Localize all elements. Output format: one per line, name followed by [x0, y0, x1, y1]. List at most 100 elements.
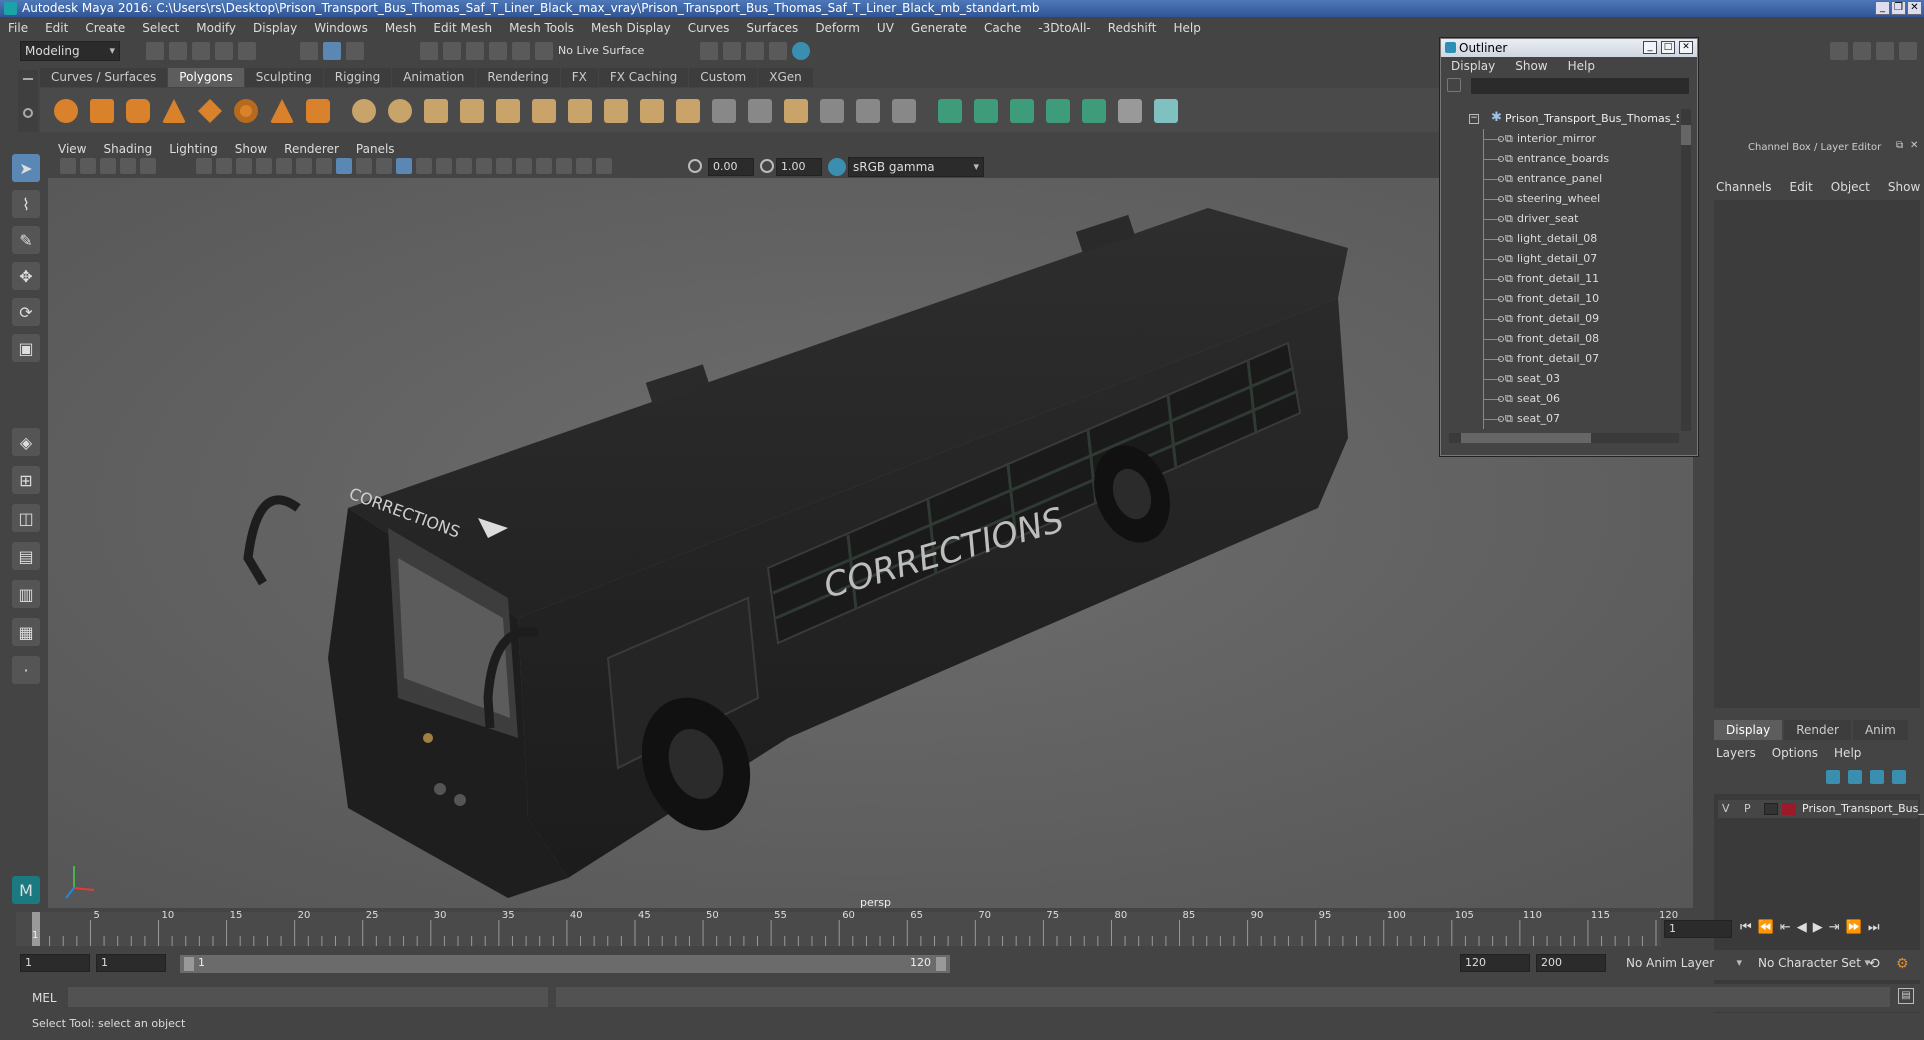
outliner-item[interactable]: ⧉ steering_wheel: [1447, 189, 1679, 209]
bookmark-icon[interactable]: [100, 158, 116, 174]
poly-pipe-icon[interactable]: [306, 99, 330, 123]
anim-layer-dropdown[interactable]: No Anim Layer: [1622, 954, 1746, 974]
outliner-root-node[interactable]: − ✱ Prison_Transport_Bus_Thomas_Sa: [1447, 109, 1679, 129]
layer-menu-options[interactable]: Options: [1772, 746, 1818, 760]
move-layer-down-icon[interactable]: [1848, 770, 1862, 784]
playback-end-field[interactable]: 120: [1460, 954, 1530, 972]
outliner-item[interactable]: ⧉ seat_06: [1447, 389, 1679, 409]
select-tool-icon[interactable]: ➤: [12, 154, 40, 182]
shelf-tab-fx[interactable]: FX: [560, 68, 598, 87]
open-scene-icon[interactable]: [169, 42, 187, 60]
tool-settings-icon[interactable]: [1876, 42, 1894, 60]
menu-windows[interactable]: Windows: [314, 21, 368, 35]
shelf-tab-animation[interactable]: Animation: [392, 68, 476, 87]
panel-menu-view[interactable]: View: [58, 142, 86, 156]
menu-mesh-display[interactable]: Mesh Display: [591, 21, 671, 35]
step-back-frame-icon[interactable]: ⏪: [1758, 920, 1774, 935]
screen-space-ao-icon[interactable]: [456, 158, 472, 174]
outliner-minimize-icon[interactable]: _: [1643, 41, 1657, 54]
command-input[interactable]: [68, 987, 548, 1007]
xray-icon[interactable]: [556, 158, 572, 174]
poly-torus-icon[interactable]: [234, 99, 258, 123]
more-layouts-icon[interactable]: ·: [12, 656, 40, 684]
poly-plane-icon[interactable]: [198, 99, 222, 123]
color-space-dropdown[interactable]: sRGB gamma: [848, 157, 984, 177]
outliner-titlebar[interactable]: Outliner _ □ ✕: [1441, 39, 1697, 57]
new-layer-selected-icon[interactable]: [1892, 770, 1906, 784]
outliner-close-icon[interactable]: ✕: [1679, 41, 1693, 54]
outliner-item[interactable]: ⧉ front_detail_07: [1447, 349, 1679, 369]
snap-curve-icon[interactable]: [443, 42, 461, 60]
exposure-icon[interactable]: [688, 159, 702, 173]
fill-hole-icon[interactable]: [820, 99, 844, 123]
mode-dropdown[interactable]: Modeling: [20, 41, 120, 61]
layer-color-swatch[interactable]: [1782, 803, 1796, 815]
current-frame-field[interactable]: 1: [1664, 920, 1732, 938]
layer-tab-display[interactable]: Display: [1714, 720, 1783, 740]
bridge-icon[interactable]: [640, 99, 664, 123]
script-editor-icon[interactable]: ▤: [1898, 988, 1914, 1004]
select-object-icon[interactable]: [323, 42, 341, 60]
move-layer-up-icon[interactable]: [1826, 770, 1840, 784]
shelf-tab-curves-surfaces[interactable]: Curves / Surfaces: [40, 68, 168, 87]
grease-pencil-icon[interactable]: [140, 158, 156, 174]
menu-deform[interactable]: Deform: [815, 21, 860, 35]
menu-cache[interactable]: Cache: [984, 21, 1021, 35]
uv-unfold-icon[interactable]: [1082, 99, 1106, 123]
graph-editor-layout-icon[interactable]: ▥: [12, 580, 40, 608]
shelf-tab-rigging[interactable]: Rigging: [323, 68, 392, 87]
render-settings-icon[interactable]: [769, 42, 787, 60]
outliner-horizontal-scrollbar[interactable]: [1449, 433, 1679, 443]
scale-tool-icon[interactable]: ▣: [12, 334, 40, 362]
outliner-item[interactable]: ⧉ seat_07: [1447, 409, 1679, 429]
outliner-item[interactable]: ⧉ front_detail_08: [1447, 329, 1679, 349]
textured-icon[interactable]: [396, 158, 412, 174]
animation-preferences-icon[interactable]: ⚙: [1896, 956, 1909, 972]
menu-create[interactable]: Create: [85, 21, 125, 35]
menu-mesh-tools[interactable]: Mesh Tools: [509, 21, 574, 35]
render-frame-icon[interactable]: [723, 42, 741, 60]
channel-menu-show[interactable]: Show: [1888, 180, 1920, 194]
hypershade-layout-icon[interactable]: ▦: [12, 618, 40, 646]
go-to-end-icon[interactable]: ⏭: [1868, 920, 1880, 935]
xray-joints-icon[interactable]: [576, 158, 592, 174]
wireframe-on-shaded-icon[interactable]: [376, 158, 392, 174]
attribute-editor-icon[interactable]: [1853, 42, 1871, 60]
gate-mask-icon[interactable]: [256, 158, 272, 174]
grid-icon[interactable]: [196, 158, 212, 174]
menu-mesh[interactable]: Mesh: [385, 21, 417, 35]
outliner-menu-display[interactable]: Display: [1451, 59, 1495, 73]
play-backward-icon[interactable]: ◀: [1797, 920, 1807, 935]
range-slider[interactable]: 1 120: [180, 955, 950, 973]
step-forward-frame-icon[interactable]: ⏩: [1846, 920, 1862, 935]
new-layer-icon[interactable]: [1870, 770, 1884, 784]
shadows-icon[interactable]: [436, 158, 452, 174]
minimize-icon[interactable]: _: [1875, 1, 1890, 15]
menu-curves[interactable]: Curves: [688, 21, 730, 35]
layer-playback-toggle[interactable]: P: [1744, 802, 1751, 815]
multi-cut-icon[interactable]: [568, 99, 592, 123]
target-weld-icon[interactable]: [748, 99, 772, 123]
menu-select[interactable]: Select: [142, 21, 179, 35]
snap-view-icon[interactable]: [489, 42, 507, 60]
select-component-icon[interactable]: [346, 42, 364, 60]
layer-tab-anim[interactable]: Anim: [1852, 720, 1908, 740]
paint-select-tool-icon[interactable]: ✎: [12, 226, 40, 254]
range-start-handle[interactable]: [184, 957, 194, 971]
snap-grid-icon[interactable]: [420, 42, 438, 60]
snap-surface-icon[interactable]: [512, 42, 530, 60]
camera-attributes-icon[interactable]: [80, 158, 96, 174]
outliner-item[interactable]: ⧉ front_detail_11: [1447, 269, 1679, 289]
shelf-tab-sculpting[interactable]: Sculpting: [244, 68, 323, 87]
menu-3dtoall[interactable]: -3DtoAll-: [1038, 21, 1090, 35]
new-scene-icon[interactable]: [146, 42, 164, 60]
mirror-icon[interactable]: [532, 99, 556, 123]
film-gate-icon[interactable]: [216, 158, 232, 174]
exposure-field[interactable]: 0.00: [708, 158, 754, 176]
append-polygon-icon[interactable]: [784, 99, 808, 123]
shelf-tab-fx-caching[interactable]: FX Caching: [598, 68, 689, 87]
channel-menu-edit[interactable]: Edit: [1790, 180, 1813, 194]
menu-help[interactable]: Help: [1173, 21, 1200, 35]
outliner-menu-show[interactable]: Show: [1515, 59, 1547, 73]
animation-start-field[interactable]: 1: [20, 954, 90, 972]
